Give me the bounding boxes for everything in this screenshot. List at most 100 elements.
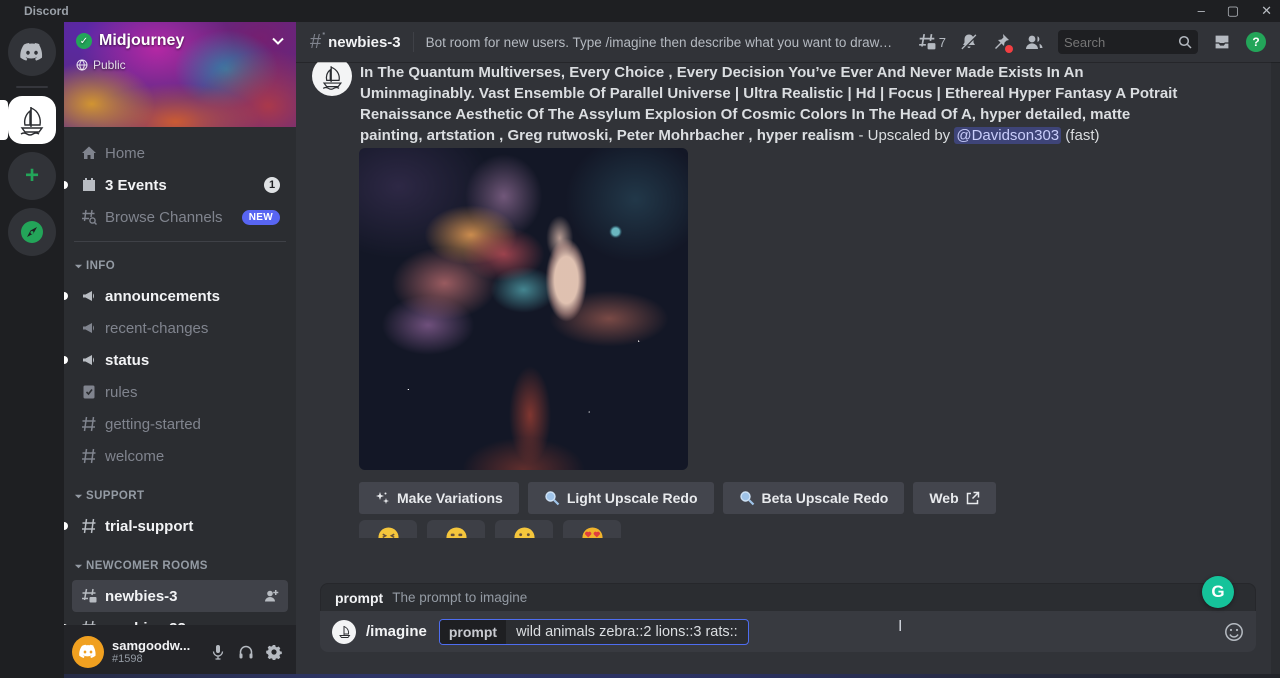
imagine-bot-avatar <box>332 620 356 644</box>
section-chevron-icon <box>74 562 83 571</box>
add-server-button[interactable]: + <box>8 152 56 200</box>
web-button[interactable]: Web <box>913 482 995 514</box>
channel-welcome[interactable]: welcome <box>72 440 288 472</box>
message-fast-tag: (fast) <box>1061 127 1099 144</box>
section-chevron-icon <box>74 492 83 501</box>
channel-getting-started[interactable]: getting-started <box>72 408 288 440</box>
plus-icon: + <box>25 162 39 190</box>
search-input[interactable] <box>1064 35 1178 50</box>
channel-header: #▪ newbies-3 Bot room for new users. Typ… <box>296 22 1280 62</box>
home-server-button[interactable] <box>8 28 56 76</box>
minimize-button[interactable]: – <box>1198 0 1205 22</box>
sidebar-divider <box>74 241 286 242</box>
verified-badge-icon: ✓ <box>76 33 92 49</box>
pin-alert-dot <box>1005 45 1013 53</box>
grammarly-icon[interactable]: G <box>1202 576 1234 608</box>
reaction-confounded-face[interactable] <box>359 520 417 538</box>
megaphone-icon <box>80 319 98 337</box>
channel-sidebar: ✓ Midjourney Public Home <box>64 22 296 678</box>
channel-list: Home 3 Events 1 Browse Channels NEW INFO <box>64 127 296 625</box>
header-divider <box>413 32 414 52</box>
reaction-grinning-face[interactable] <box>495 520 553 538</box>
rules-book-icon <box>80 383 98 401</box>
sparkles-icon <box>375 491 390 506</box>
main-area: #▪ newbies-3 Bot room for new users. Typ… <box>296 22 1280 678</box>
option-name: prompt <box>335 590 383 606</box>
channel-announcements[interactable]: announcements <box>72 280 288 312</box>
threads-button[interactable]: 7 <box>918 33 946 51</box>
sidebar-item-browse-channels[interactable]: Browse Channels NEW <box>72 201 288 233</box>
option-description: The prompt to imagine <box>392 590 527 605</box>
server-visibility: Public <box>93 58 126 72</box>
prompt-option-label: prompt <box>440 620 506 644</box>
user-area: samgoodw... #1598 <box>64 625 296 678</box>
headphones-button[interactable] <box>232 638 260 666</box>
section-chevron-icon <box>74 262 83 271</box>
sidebar-item-events[interactable]: 3 Events 1 <box>72 169 288 201</box>
channel-newbies-33[interactable]: newbies-33 <box>72 612 288 625</box>
reactions <box>359 520 621 538</box>
maximize-button[interactable]: ▢ <box>1227 0 1239 22</box>
invite-person-icon[interactable] <box>262 587 280 605</box>
message-buttons: Make Variations Light Upscale Redo Beta … <box>359 482 996 514</box>
message: In The Quantum Multiverses, Every Choice… <box>360 62 1184 146</box>
message-suffix: - Upscaled by <box>854 127 954 144</box>
hash-icon <box>80 415 98 433</box>
channel-title: newbies-3 <box>328 34 401 51</box>
channel-rules[interactable]: rules <box>72 376 288 408</box>
beta-upscale-redo-button[interactable]: Beta Upscale Redo <box>723 482 905 514</box>
pinned-messages-button[interactable] <box>992 33 1010 51</box>
slash-option-hint: prompt The prompt to imagine <box>320 583 1256 611</box>
rail-divider <box>16 86 48 88</box>
search-icon <box>1178 35 1192 49</box>
reaction-heart-eyes-face[interactable] <box>563 520 621 538</box>
user-discriminator: #1598 <box>112 653 204 665</box>
channel-limited-badge-icon: ▪ <box>322 29 325 38</box>
slash-command: /imagine <box>366 623 427 640</box>
sidebar-item-home[interactable]: Home <box>72 137 288 169</box>
discord-window: Discord – ▢ ✕ <box>0 0 1280 678</box>
message-input-bar[interactable]: /imagine prompt wild animals zebra::2 li… <box>320 611 1256 652</box>
inbox-button[interactable] <box>1212 33 1232 51</box>
external-link-icon <box>966 491 980 505</box>
channel-topic[interactable]: Bot room for new users. Type /imagine th… <box>426 35 896 50</box>
user-avatar[interactable] <box>72 636 104 668</box>
prompt-option-value[interactable]: wild animals zebra::2 lions::3 rats:: <box>506 624 748 640</box>
notifications-muted-button[interactable] <box>960 33 978 51</box>
prompt-option-pill[interactable]: prompt wild animals zebra::2 lions::3 ra… <box>439 619 749 645</box>
section-info[interactable]: INFO <box>72 256 288 276</box>
hash-icon <box>80 447 98 465</box>
search-box[interactable] <box>1058 30 1198 54</box>
reaction-disappointed-face[interactable] <box>427 520 485 538</box>
close-button[interactable]: ✕ <box>1261 0 1272 22</box>
magnifier-icon <box>544 490 560 506</box>
text-cursor: I <box>898 618 902 636</box>
user-mention[interactable]: @Davidson303 <box>954 127 1061 144</box>
server-name: Midjourney <box>99 32 272 50</box>
settings-gear-button[interactable] <box>260 638 288 666</box>
chevron-down-icon[interactable] <box>272 37 284 45</box>
mic-button[interactable] <box>204 638 232 666</box>
magnifier-icon <box>739 490 755 506</box>
member-list-button[interactable] <box>1024 33 1044 51</box>
light-upscale-redo-button[interactable]: Light Upscale Redo <box>528 482 714 514</box>
channel-recent-changes[interactable]: recent-changes <box>72 312 288 344</box>
server-banner[interactable]: ✓ Midjourney Public <box>64 22 296 127</box>
new-badge: NEW <box>242 210 280 225</box>
section-support[interactable]: SUPPORT <box>72 486 288 506</box>
channel-newbies-3[interactable]: newbies-3 <box>72 580 288 612</box>
channel-trial-support[interactable]: trial-support <box>72 510 288 542</box>
explore-servers-button[interactable] <box>8 208 56 256</box>
help-button[interactable]: ? <box>1246 32 1266 52</box>
emoji-picker-button[interactable] <box>1224 622 1244 642</box>
make-variations-button[interactable]: Make Variations <box>359 482 519 514</box>
megaphone-icon <box>80 287 98 305</box>
chat-scrollbar[interactable] <box>1271 62 1280 678</box>
house-icon <box>80 144 98 162</box>
generated-image[interactable] <box>359 148 688 470</box>
titlebar: Discord – ▢ ✕ <box>0 0 1280 22</box>
channel-status[interactable]: status <box>72 344 288 376</box>
section-newcomer-rooms[interactable]: NEWCOMER ROOMS <box>72 556 288 576</box>
bot-avatar[interactable] <box>312 62 352 96</box>
midjourney-server-button[interactable] <box>8 96 56 144</box>
